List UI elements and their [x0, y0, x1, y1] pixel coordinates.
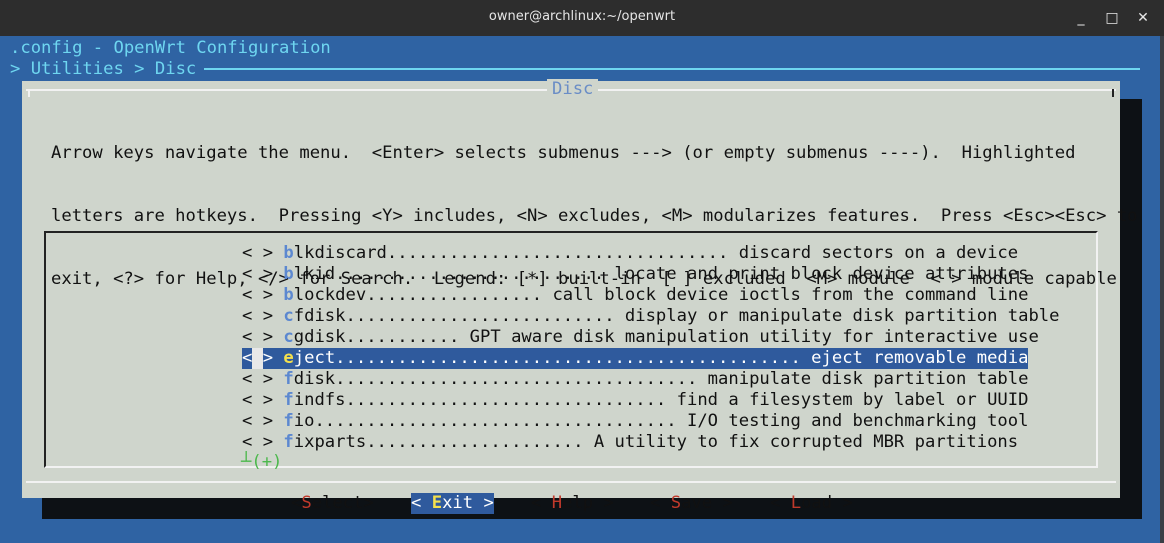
menu-item-label: indfs............................... fin…: [293, 390, 1029, 410]
terminal-scrollbar[interactable]: [1160, 36, 1164, 543]
button-bracket: >: [593, 493, 614, 513]
window-title: owner@archlinux:~/openwrt: [488, 9, 676, 24]
option-marker: < >: [242, 432, 284, 452]
option-marker: < >: [242, 369, 284, 389]
load-button[interactable]: < Load >: [770, 493, 853, 514]
window-titlebar[interactable]: owner@archlinux:~/openwrt _ □ ✕: [0, 0, 1164, 36]
option-marker: < >: [242, 411, 284, 431]
terminal[interactable]: .config - OpenWrt Configuration > Utilit…: [0, 36, 1164, 543]
option-marker: >: [262, 348, 284, 368]
hotkey: b: [283, 243, 294, 263]
hotkey: f: [283, 411, 294, 431]
button-bracket: >: [832, 493, 853, 513]
dialog-title: Disc: [547, 79, 599, 100]
menu-item-label: lockdev................. call block devi…: [293, 285, 1029, 305]
menu-item-fixparts[interactable]: < > fixparts..................... A util…: [242, 432, 1018, 453]
help-line: Arrow keys navigate the menu. <Enter> se…: [51, 143, 1076, 163]
button-label: xit: [442, 493, 474, 513]
menuconfig-dialog: Disc Arrow keys navigate the menu. <Ente…: [22, 79, 1138, 514]
header-rule: [204, 68, 1140, 70]
hotkey: f: [283, 369, 294, 389]
button-bracket: >: [712, 493, 733, 513]
close-icon[interactable]: ✕: [1134, 9, 1152, 27]
menu-item-label: ixparts..................... A utility t…: [293, 432, 1019, 452]
option-marker: < >: [242, 327, 284, 347]
menu-item-label: io................................... I/…: [293, 411, 1029, 431]
menu-item-blkdiscard[interactable]: < > blkdiscard..........................…: [242, 243, 1018, 264]
menu-item-label: ject....................................…: [293, 348, 1029, 368]
button-label: ave: [681, 493, 713, 513]
menu-item-fio[interactable]: < > fio.................................…: [242, 411, 1028, 432]
button-bracket: <: [650, 493, 671, 513]
hotkey: b: [283, 264, 294, 284]
button-bar: <Select> < Exit > < Help > < Save > < Lo…: [22, 493, 1120, 517]
menu-item-label: gdisk........... GPT aware disk manipula…: [293, 327, 1039, 347]
button-bracket: >: [473, 493, 494, 513]
hotkey: S: [670, 493, 682, 513]
menu-item-label: lkid.......................... locate an…: [293, 264, 1029, 284]
config-header: .config - OpenWrt Configuration: [10, 38, 331, 58]
option-marker: < >: [242, 243, 284, 263]
hotkey: f: [283, 390, 294, 410]
hotkey: S: [301, 493, 312, 513]
more-items-indicator: ┴(+): [241, 452, 283, 472]
menu-item-label: fdisk.......................... display …: [293, 306, 1060, 326]
button-bracket: >: [363, 493, 374, 513]
hotkey: b: [283, 285, 294, 305]
hotkey: c: [283, 327, 294, 347]
menu-item-label: lkdiscard...............................…: [293, 243, 1019, 263]
button-bracket: <: [770, 493, 791, 513]
text-cursor: [252, 348, 263, 369]
dialog-corner-right: [1112, 89, 1114, 97]
option-marker: < >: [242, 390, 284, 410]
option-marker: < >: [242, 264, 284, 284]
minimize-icon[interactable]: _: [1072, 9, 1090, 27]
button-label: elp: [562, 493, 594, 513]
hotkey: f: [283, 432, 294, 452]
dialog-corner-left: [28, 89, 30, 97]
option-marker: < >: [242, 285, 284, 305]
menu-item-fdisk[interactable]: < > fdisk...............................…: [242, 369, 1028, 390]
option-marker: <: [242, 348, 253, 368]
help-line: letters are hotkeys. Pressing <Y> includ…: [51, 206, 1138, 226]
save-button[interactable]: < Save >: [650, 493, 733, 514]
menu-item-blkid[interactable]: < > blkid.......................... loca…: [242, 264, 1028, 285]
maximize-icon[interactable]: □: [1103, 9, 1121, 27]
hotkey: L: [790, 493, 802, 513]
menu-item-blockdev[interactable]: < > blockdev................. call block…: [242, 285, 1028, 306]
option-marker: < >: [242, 306, 284, 326]
button-label: elect: [311, 493, 364, 513]
breadcrumb: > Utilities > Disc: [10, 59, 197, 79]
menu-item-findfs[interactable]: < > findfs..............................…: [242, 390, 1028, 411]
button-bracket: <: [291, 493, 302, 513]
menu-item-cgdisk[interactable]: < > cgdisk........... GPT aware disk man…: [242, 327, 1039, 348]
hotkey: e: [283, 348, 294, 368]
hotkey: E: [431, 493, 443, 513]
select-button[interactable]: <Select>: [291, 493, 374, 514]
menu-list: < > blkdiscard..........................…: [44, 231, 1098, 472]
button-label: oad: [801, 493, 833, 513]
menu-item-cfdisk[interactable]: < > cfdisk.......................... dis…: [242, 306, 1060, 327]
menu-item-eject[interactable]: < > eject...............................…: [242, 348, 1029, 369]
button-separator: [26, 481, 1116, 483]
menu-item-label: disk................................... …: [293, 369, 1029, 389]
exit-button[interactable]: < Exit >: [411, 493, 494, 514]
button-bracket: <: [411, 493, 432, 513]
button-bracket: <: [531, 493, 552, 513]
hotkey: c: [283, 306, 294, 326]
help-button[interactable]: < Help >: [531, 493, 614, 514]
hotkey: H: [551, 493, 563, 513]
